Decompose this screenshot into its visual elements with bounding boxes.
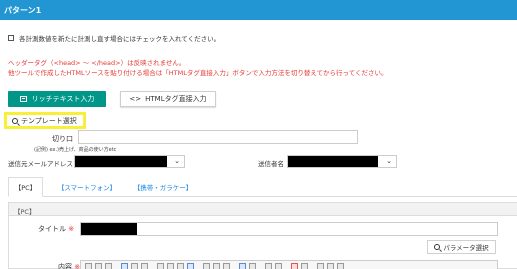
body-label: 内容 ※: [58, 262, 80, 269]
pattern-title: パターン1: [4, 6, 42, 15]
title-label-text: タイトル: [38, 225, 66, 233]
sender-name-label: 送信者名: [258, 160, 284, 168]
toolbar-icon[interactable]: [317, 263, 324, 269]
recalc-label: 各計測数値を新たに計測し直す場合にはチェックを入れてください。: [19, 35, 221, 43]
toolbar-icon[interactable]: [301, 263, 308, 269]
template-select-button[interactable]: テンプレート選択: [8, 115, 82, 126]
html-direct-button[interactable]: <> HTMLタグ直接入力: [120, 91, 216, 107]
toolbar-icon[interactable]: [249, 263, 256, 269]
editor-icon: [19, 96, 27, 102]
required-mark: ※: [68, 225, 75, 233]
chevron-down-icon: ⌄: [174, 157, 180, 165]
toolbar-icon[interactable]: [275, 263, 282, 269]
kirikuchi-input[interactable]: [78, 130, 358, 144]
toolbar-icon[interactable]: [265, 263, 272, 269]
toolbar-icon[interactable]: [203, 263, 210, 269]
rich-text-button[interactable]: リッチテキスト入力: [8, 91, 106, 107]
header-bar: パターン1: [0, 0, 517, 20]
kirikuchi-label: 切り口: [52, 135, 73, 143]
toolbar-icon[interactable]: [95, 263, 102, 269]
search-icon: [434, 244, 441, 250]
chevron-down-icon: ⌄: [386, 157, 392, 165]
toolbar-icon[interactable]: [141, 263, 148, 269]
toolbar-icon[interactable]: [157, 263, 164, 269]
redacted-value: [75, 156, 167, 167]
toolbar-icon[interactable]: [291, 263, 298, 269]
tab-smartphone[interactable]: 【スマートフォン】: [52, 177, 122, 197]
toolbar-icon[interactable]: [223, 263, 230, 269]
toolbar-icon[interactable]: [177, 263, 184, 269]
parameter-select-button[interactable]: パラメータ選択: [427, 240, 496, 254]
tab-pc[interactable]: 【PC】: [8, 177, 43, 197]
toolbar-icon[interactable]: [85, 263, 92, 269]
toolbar-icon[interactable]: [213, 263, 220, 269]
editor-toolbar: [80, 260, 498, 269]
toolbar-icon[interactable]: [105, 263, 112, 269]
from-address-select[interactable]: ⌄: [74, 155, 185, 168]
toolbar-icon[interactable]: [131, 263, 138, 269]
search-icon: [12, 117, 18, 124]
from-address-label: 送信元メールアドレス: [8, 160, 73, 168]
recalc-row: 各計測数値を新たに計測し直す場合にはチェックを入れてください。: [8, 33, 220, 43]
toolbar-icon[interactable]: [239, 263, 246, 269]
redacted-value: [288, 156, 378, 167]
rich-text-label: リッチテキスト入力: [31, 95, 95, 103]
recalc-checkbox[interactable]: [8, 35, 14, 41]
warning-line-2: 他ツールで作成したHTMLソースを貼り付ける場合は「HTMLタグ直接入力」ボタン…: [8, 69, 388, 77]
body-label-text: 内容: [58, 263, 72, 269]
toolbar-icon[interactable]: [327, 263, 334, 269]
code-icon: <>: [129, 95, 142, 103]
redacted-value: [81, 223, 137, 235]
html-direct-label: HTMLタグ直接入力: [145, 95, 207, 103]
toolbar-icon[interactable]: [337, 263, 344, 269]
template-select-label: テンプレート選択: [21, 116, 77, 125]
sender-name-select[interactable]: ⌄: [287, 155, 397, 168]
device-tabs: 【PC】 【スマートフォン】 【携帯・ガラケー】: [8, 177, 517, 197]
tab-mobile[interactable]: 【携帯・ガラケー】: [126, 177, 200, 197]
toolbar-icon[interactable]: [121, 263, 128, 269]
warning-line-1: ヘッダータグ（<head> 〜 </head>）は反映されません。: [8, 59, 186, 67]
pc-panel-heading: 【PC】: [9, 203, 517, 216]
title-label: タイトル ※: [38, 224, 74, 234]
parameter-select-label: パラメータ選択: [443, 244, 489, 252]
toolbar-icon[interactable]: [187, 263, 194, 269]
toolbar-icon[interactable]: [167, 263, 174, 269]
title-input[interactable]: [80, 222, 498, 236]
kirikuchi-example: (記例) ex.)売上げ、商品の使い方etc: [34, 147, 117, 153]
